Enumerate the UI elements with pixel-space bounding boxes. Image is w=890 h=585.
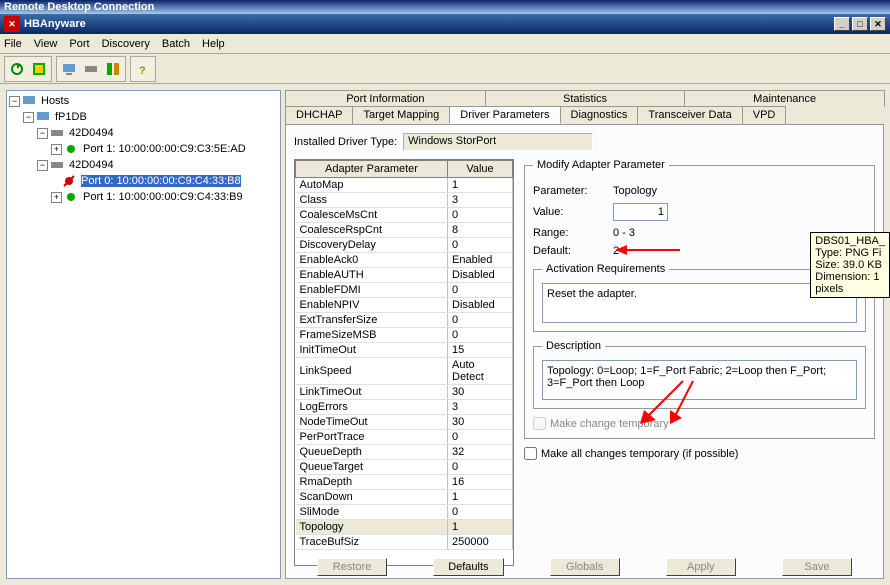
window-titlebar: ✕ HBAnyware _ □ ✕ [0, 14, 890, 34]
tab-statistics[interactable]: Statistics [485, 90, 686, 107]
table-row[interactable]: DiscoveryDelay0 [296, 238, 513, 253]
menu-view[interactable]: View [34, 38, 58, 50]
table-row[interactable]: EnableFDMI0 [296, 283, 513, 298]
modify-parameter-group: Modify Adapter Parameter Parameter: Topo… [524, 159, 875, 439]
tab-panel: Installed Driver Type: Windows StorPort … [285, 124, 884, 579]
table-row[interactable]: InitTimeOut15 [296, 343, 513, 358]
tab-transceiver-data[interactable]: Transceiver Data [637, 106, 742, 124]
table-row[interactable]: TraceBufSiz250000 [296, 535, 513, 550]
tree-root[interactable]: −Hosts [9, 93, 278, 109]
tree-adapter-1[interactable]: −42D0494 [9, 125, 278, 141]
tree-host[interactable]: −fP1DB [9, 109, 278, 125]
table-row[interactable]: QueueDepth32 [296, 445, 513, 460]
maximize-button[interactable]: □ [852, 17, 868, 31]
description-text: Topology: 0=Loop; 1=F_Port Fabric; 2=Loo… [542, 360, 857, 400]
table-row[interactable]: EnableNPIVDisabled [296, 298, 513, 313]
menu-port[interactable]: Port [69, 38, 89, 50]
host-tree[interactable]: −Hosts −fP1DB −42D0494 +Port 1: 10:00:00… [6, 90, 281, 579]
parameter-name-value: Topology [613, 185, 657, 197]
table-row[interactable]: EnableAck0Enabled [296, 253, 513, 268]
table-row[interactable]: PerPortTrace0 [296, 430, 513, 445]
make-change-temporary-label: Make change temporary [550, 418, 669, 430]
tab-vpd[interactable]: VPD [742, 106, 787, 124]
make-change-temporary-checkbox [533, 417, 546, 430]
tree-port-2a[interactable]: Port 0: 10:00:00:00:C9:C4:33:B8 [9, 173, 278, 189]
disk-icon[interactable] [103, 59, 123, 79]
activation-legend: Activation Requirements [542, 263, 669, 275]
description-group: Description Topology: 0=Loop; 1=F_Port F… [533, 340, 866, 409]
outer-title-text: Remote Desktop Connection [4, 1, 154, 13]
table-row[interactable]: ScanDown1 [296, 490, 513, 505]
menu-bar: File View Port Discovery Batch Help [0, 34, 890, 54]
parameter-name-label: Parameter: [533, 185, 613, 197]
default-value: 2 [613, 245, 619, 257]
table-row[interactable]: AutoMap1 [296, 178, 513, 193]
param-header-value[interactable]: Value [448, 161, 513, 178]
tab-dhchap[interactable]: DHCHAP [285, 106, 353, 124]
range-label: Range: [533, 227, 613, 239]
table-row[interactable]: LinkSpeedAuto Detect [296, 358, 513, 385]
defaults-button[interactable]: Defaults [433, 558, 503, 576]
table-row[interactable]: Topology1 [296, 520, 513, 535]
tree-adapter-2[interactable]: −42D0494 [9, 157, 278, 173]
table-row[interactable]: EnableAUTHDisabled [296, 268, 513, 283]
outer-window-titlebar: Remote Desktop Connection [0, 0, 890, 14]
save-button[interactable]: Save [782, 558, 852, 576]
globals-button[interactable]: Globals [550, 558, 620, 576]
description-legend: Description [542, 340, 605, 352]
menu-discovery[interactable]: Discovery [102, 38, 150, 50]
reconnect-icon[interactable] [29, 59, 49, 79]
table-row[interactable]: ExtTransferSize0 [296, 313, 513, 328]
tab-strip: Port Information Statistics Maintenance … [285, 90, 884, 124]
refresh-icon[interactable] [7, 59, 27, 79]
tab-diagnostics[interactable]: Diagnostics [560, 106, 639, 124]
menu-file[interactable]: File [4, 38, 22, 50]
tree-port-1a[interactable]: +Port 1: 10:00:00:00:C9:C3:5E:AD [9, 141, 278, 157]
table-row[interactable]: CoalesceMsCnt0 [296, 208, 513, 223]
app-icon: ✕ [4, 16, 20, 32]
window-title: HBAnyware [24, 18, 834, 30]
button-bar: Restore Defaults Globals Apply Save [294, 558, 875, 576]
table-row[interactable]: QueueTarget0 [296, 460, 513, 475]
installed-driver-value: Windows StorPort [403, 133, 593, 151]
host-icon[interactable] [59, 59, 79, 79]
restore-button[interactable]: Restore [317, 558, 387, 576]
close-button[interactable]: ✕ [870, 17, 886, 31]
table-row[interactable]: CoalesceRspCnt8 [296, 223, 513, 238]
modify-legend: Modify Adapter Parameter [533, 159, 669, 171]
table-row[interactable]: LogErrors3 [296, 400, 513, 415]
table-row[interactable]: FrameSizeMSB0 [296, 328, 513, 343]
file-tooltip: DBS01_HBA_ Type: PNG Fi Size: 39.0 KB Di… [810, 232, 890, 298]
make-all-temporary-label: Make all changes temporary (if possible) [541, 448, 738, 460]
value-input[interactable] [613, 203, 668, 221]
param-header-name[interactable]: Adapter Parameter [296, 161, 448, 178]
default-label: Default: [533, 245, 613, 257]
tab-port-information[interactable]: Port Information [285, 90, 486, 107]
installed-driver-label: Installed Driver Type: [294, 136, 397, 148]
tab-maintenance[interactable]: Maintenance [684, 90, 885, 107]
tab-target-mapping[interactable]: Target Mapping [352, 106, 450, 124]
tab-driver-parameters[interactable]: Driver Parameters [449, 106, 560, 124]
tree-port-2b[interactable]: +Port 1: 10:00:00:00:C9:C4:33:B9 [9, 189, 278, 205]
minimize-button[interactable]: _ [834, 17, 850, 31]
range-value: 0 - 3 [613, 227, 635, 239]
help-icon[interactable]: ? [133, 59, 153, 79]
menu-help[interactable]: Help [202, 38, 225, 50]
table-row[interactable]: Class3 [296, 193, 513, 208]
value-label: Value: [533, 206, 613, 218]
table-row[interactable]: RmaDepth16 [296, 475, 513, 490]
svg-text:?: ? [139, 65, 146, 77]
toolbar: ? [0, 54, 890, 84]
table-row[interactable]: SliMode0 [296, 505, 513, 520]
menu-batch[interactable]: Batch [162, 38, 190, 50]
make-all-temporary-checkbox[interactable] [524, 447, 537, 460]
table-row[interactable]: NodeTimeOut30 [296, 415, 513, 430]
card-icon[interactable] [81, 59, 101, 79]
table-row[interactable]: LinkTimeOut30 [296, 385, 513, 400]
parameter-table[interactable]: Adapter Parameter Value AutoMap1Class3Co… [294, 159, 514, 566]
apply-button[interactable]: Apply [666, 558, 736, 576]
